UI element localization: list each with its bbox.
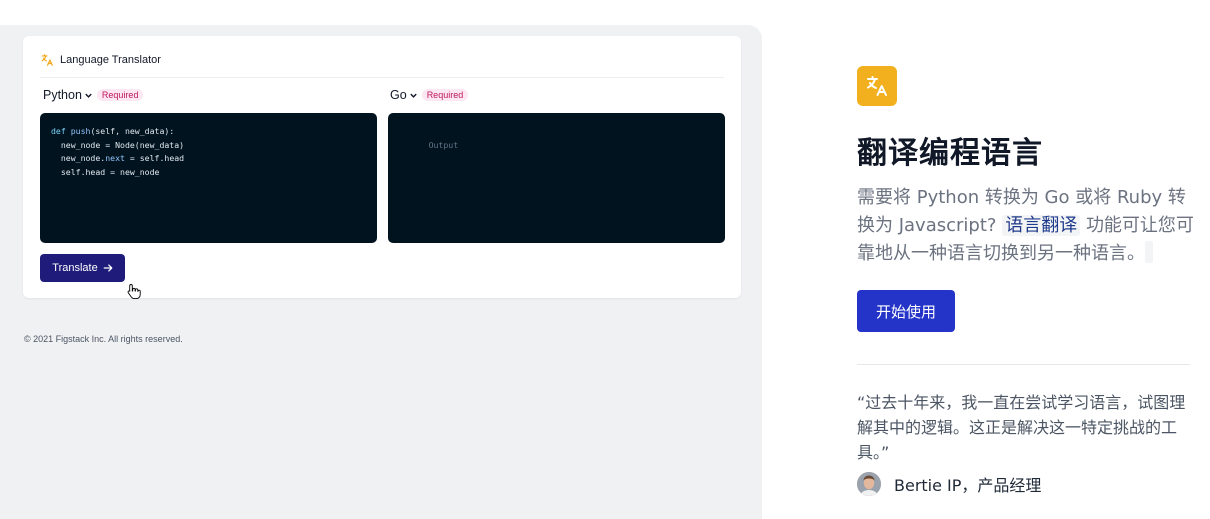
- translator-preview-panel: Language Translator Python Required Go R…: [0, 25, 762, 519]
- translate-icon: [41, 54, 53, 66]
- output-code-editor[interactable]: Output: [388, 113, 725, 243]
- highlight-tail: [1145, 241, 1153, 263]
- avatar: [857, 472, 881, 496]
- get-started-button[interactable]: 开始使用: [857, 290, 955, 332]
- translate-button-label: Translate: [52, 262, 98, 274]
- feature-title: 翻译编程语言: [857, 136, 1043, 171]
- footer-copyright: © 2021 Figstack Inc. All rights reserved…: [24, 334, 183, 344]
- translate-icon: [867, 76, 887, 96]
- hand-cursor-icon: [127, 284, 141, 299]
- chevron-down-icon: [409, 93, 417, 98]
- code-token: push: [70, 126, 91, 136]
- code-line: new_node.next = self.head: [51, 152, 366, 166]
- code-token: def: [51, 126, 71, 136]
- required-badge: Required: [421, 89, 469, 101]
- feature-description: 需要将 Python 转换为 Go 或将 Ruby 转换为 Javascript…: [857, 184, 1197, 268]
- code-line: self.head = new_node: [51, 166, 366, 180]
- chevron-down-icon: [85, 93, 92, 98]
- required-badge: Required: [96, 89, 144, 101]
- feature-icon-badge: [857, 66, 897, 106]
- avatar-image: [857, 472, 881, 496]
- code-token: new_node.: [51, 153, 106, 163]
- translator-title: Language Translator: [60, 54, 161, 66]
- source-code-editor[interactable]: def push(self, new_data): new_node = Nod…: [40, 113, 377, 243]
- code-token: self.head = new_node: [51, 166, 160, 177]
- source-language-label: Python: [43, 88, 82, 102]
- code-line: def push(self, new_data):: [51, 125, 366, 139]
- target-language-select[interactable]: Go Required: [390, 88, 469, 102]
- translator-card: Language Translator Python Required Go R…: [23, 36, 741, 299]
- code-token: = self.head: [124, 153, 185, 163]
- feature-desc-highlight: 语言翻译: [1002, 215, 1081, 236]
- code-token: new_node = Node(new_data): [51, 139, 185, 150]
- testimonial-author: Bertie IP，产品经理: [857, 472, 1041, 496]
- translator-header: Language Translator: [40, 51, 724, 78]
- target-language-label: Go: [390, 88, 407, 102]
- code-token: (self, new_data):: [90, 126, 175, 136]
- code-token: next: [105, 153, 125, 163]
- author-name: Bertie IP，产品经理: [894, 476, 1042, 495]
- testimonial-quote: “过去十年来，我一直在尝试学习语言，试图理解其中的逻辑。这正是解决这一特定挑战的…: [857, 393, 1186, 462]
- arrow-right-icon: [103, 264, 113, 272]
- source-language-select[interactable]: Python Required: [43, 88, 144, 102]
- output-placeholder: Output: [428, 139, 459, 150]
- code-line: new_node = Node(new_data): [51, 139, 366, 153]
- translate-button[interactable]: Translate: [40, 254, 125, 282]
- divider: [857, 364, 1190, 365]
